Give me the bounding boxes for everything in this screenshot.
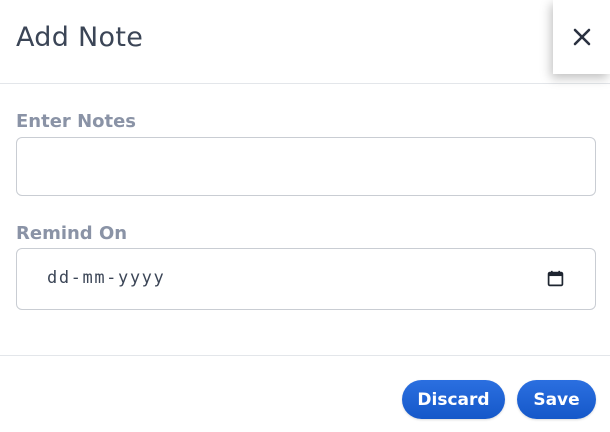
discard-button[interactable]: Discard — [402, 380, 505, 419]
notes-input[interactable] — [16, 137, 596, 196]
calendar-icon[interactable] — [547, 270, 564, 287]
remind-on-label: Remind On — [16, 223, 128, 244]
close-button[interactable] — [553, 0, 610, 74]
add-note-modal: Add Note Enter Notes Remind On dd-mm-yyy… — [0, 0, 610, 432]
footer-divider — [0, 355, 610, 356]
modal-title: Add Note — [16, 22, 144, 53]
remind-date-input[interactable]: dd-mm-yyyy — [16, 248, 596, 310]
close-icon — [573, 28, 590, 46]
modal-header: Add Note — [0, 0, 610, 84]
save-button[interactable]: Save — [517, 380, 596, 419]
date-placeholder: dd-mm-yyyy — [47, 268, 166, 288]
notes-label: Enter Notes — [16, 111, 137, 132]
